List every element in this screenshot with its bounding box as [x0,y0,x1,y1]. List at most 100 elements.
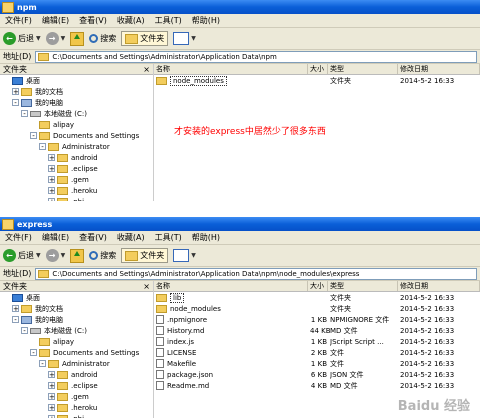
forward-button[interactable]: → ▼ [45,32,65,45]
search-button[interactable]: 搜索 [89,33,116,44]
file-row[interactable]: Makefile 1 KB 文件 2014-5-2 16:33 [154,358,480,369]
menu-item[interactable]: 帮助(H) [192,15,220,26]
column-header-date[interactable]: 修改日期 [398,64,480,74]
tree-item[interactable]: + .gem [0,174,153,185]
column-header-size[interactable]: 大小 [308,64,328,74]
folders-button[interactable]: 文件夹 [121,31,169,46]
file-row[interactable]: lib 文件夹 2014-5-2 16:33 [154,292,480,303]
column-header-type[interactable]: 类型 [328,281,398,291]
expand-toggle-icon[interactable]: + [12,88,19,96]
tree-item[interactable]: + .eclipse [0,163,153,174]
file-date: 2014-5-2 16:33 [400,370,455,379]
up-button[interactable] [70,248,85,263]
tree-item[interactable]: alipay [0,119,153,130]
expand-toggle-icon[interactable]: - [21,327,28,335]
toolbar: ← 后退 ▼ → ▼ 搜索 文件夹 ▼ [0,28,480,50]
file-row[interactable]: index.js 1 KB JScript Script ... 2014-5-2 1… [154,336,480,347]
column-header-type[interactable]: 类型 [328,64,398,74]
tree-item[interactable]: - Administrator [0,358,153,369]
file-date: 2014-5-2 16:33 [400,315,455,324]
file-name-cell: History.md [154,326,310,335]
expand-toggle-icon[interactable]: + [48,176,55,184]
address-input[interactable]: C:\Documents and Settings\Administrator\… [35,50,477,63]
file-name: LICENSE [167,348,197,357]
close-icon[interactable]: × [143,282,150,291]
tree-item[interactable]: - Administrator [0,141,153,152]
expand-toggle-icon[interactable]: + [12,305,19,313]
folder-icon [57,175,68,184]
file-row[interactable]: Readme.md 4 KB MD 文件 2014-5-2 16:33 [154,380,480,391]
menu-item[interactable]: 工具(T) [155,232,182,243]
expand-toggle-icon[interactable]: - [21,110,28,118]
tree-item[interactable]: - Documents and Settings [0,347,153,358]
tree-item[interactable]: alipay [0,336,153,347]
expand-toggle-icon[interactable]: - [30,132,37,140]
menu-item[interactable]: 编辑(E) [42,232,69,243]
tree-item[interactable]: - 本地磁盘 (C:) [0,325,153,336]
expand-toggle-icon[interactable]: - [12,99,19,107]
tree-item[interactable]: - 本地磁盘 (C:) [0,108,153,119]
expand-toggle-icon[interactable]: - [39,360,46,368]
tree-item[interactable]: - 我的电脑 [0,97,153,108]
expand-toggle-icon[interactable]: + [48,165,55,173]
tree-item-label: 我的电脑 [35,98,63,107]
expand-toggle-icon[interactable]: + [48,198,55,201]
menu-item[interactable]: 查看(V) [79,232,107,243]
menu-item[interactable]: 收藏(A) [117,15,145,26]
tree-item[interactable]: - Documents and Settings [0,130,153,141]
file-row[interactable]: node_modules 文件夹 2014-5-2 16:33 [154,75,480,86]
up-button[interactable] [70,31,85,46]
file-row[interactable]: package.json 6 KB JSON 文件 2014-5-2 16:33 [154,369,480,380]
tree-item[interactable]: + .heroku [0,402,153,413]
views-button[interactable]: ▼ [173,249,196,262]
tree-item[interactable]: + android [0,369,153,380]
file-row[interactable]: LICENSE 2 KB 文件 2014-5-2 16:33 [154,347,480,358]
views-button[interactable]: ▼ [173,32,196,45]
expand-toggle-icon[interactable]: + [48,371,55,379]
chevron-down-icon: ▼ [36,35,41,42]
file-size: 1 KB [310,337,327,346]
file-row[interactable]: node_modules 文件夹 2014-5-2 16:33 [154,303,480,314]
column-header-name[interactable]: 名称 [154,64,308,74]
window-title: npm [17,2,37,12]
back-button[interactable]: ← 后退 ▼ [3,32,41,45]
tree-item[interactable]: + .eclipse [0,380,153,391]
search-button[interactable]: 搜索 [89,250,116,261]
tree-item[interactable]: + 我的文档 [0,86,153,97]
expand-toggle-icon[interactable]: + [48,404,55,412]
expand-toggle-icon[interactable]: - [12,316,19,324]
expand-toggle-icon[interactable]: + [48,382,55,390]
menu-item[interactable]: 帮助(H) [192,232,220,243]
menu-item[interactable]: 文件(F) [5,232,32,243]
tree-item[interactable]: + android [0,152,153,163]
back-button[interactable]: ← 后退 ▼ [3,249,41,262]
tree-item[interactable]: + .heroku [0,185,153,196]
expand-toggle-icon[interactable]: + [48,154,55,162]
menu-item[interactable]: 收藏(A) [117,232,145,243]
tree-item[interactable]: +.nbi [0,413,153,418]
expand-toggle-icon[interactable]: - [30,349,37,357]
expand-toggle-icon[interactable]: - [39,143,46,151]
folders-button[interactable]: 文件夹 [121,248,169,263]
tree-item[interactable]: + .gem [0,391,153,402]
tree-item[interactable]: 桌面 [0,75,153,86]
expand-toggle-icon[interactable]: + [48,393,55,401]
tree-item[interactable]: +.nbi [0,196,153,201]
column-header-date[interactable]: 修改日期 [398,281,480,291]
back-label: 后退 [18,251,34,260]
file-row[interactable]: History.md 44 KB MD 文件 2014-5-2 16:33 [154,325,480,336]
tree-item[interactable]: 桌面 [0,292,153,303]
menu-item[interactable]: 工具(T) [155,15,182,26]
forward-button[interactable]: → ▼ [45,249,65,262]
tree-item[interactable]: - 我的电脑 [0,314,153,325]
address-input[interactable]: C:\Documents and Settings\Administrator\… [35,267,477,280]
column-header-name[interactable]: 名称 [154,281,308,291]
menu-item[interactable]: 文件(F) [5,15,32,26]
menu-item[interactable]: 查看(V) [79,15,107,26]
column-header-size[interactable]: 大小 [308,281,328,291]
tree-item[interactable]: + 我的文档 [0,303,153,314]
close-icon[interactable]: × [143,65,150,74]
file-row[interactable]: .npmignore 1 KB NPMIGNORE 文件 2014-5-2 16:33 [154,314,480,325]
expand-toggle-icon[interactable]: + [48,187,55,195]
menu-item[interactable]: 编辑(E) [42,15,69,26]
